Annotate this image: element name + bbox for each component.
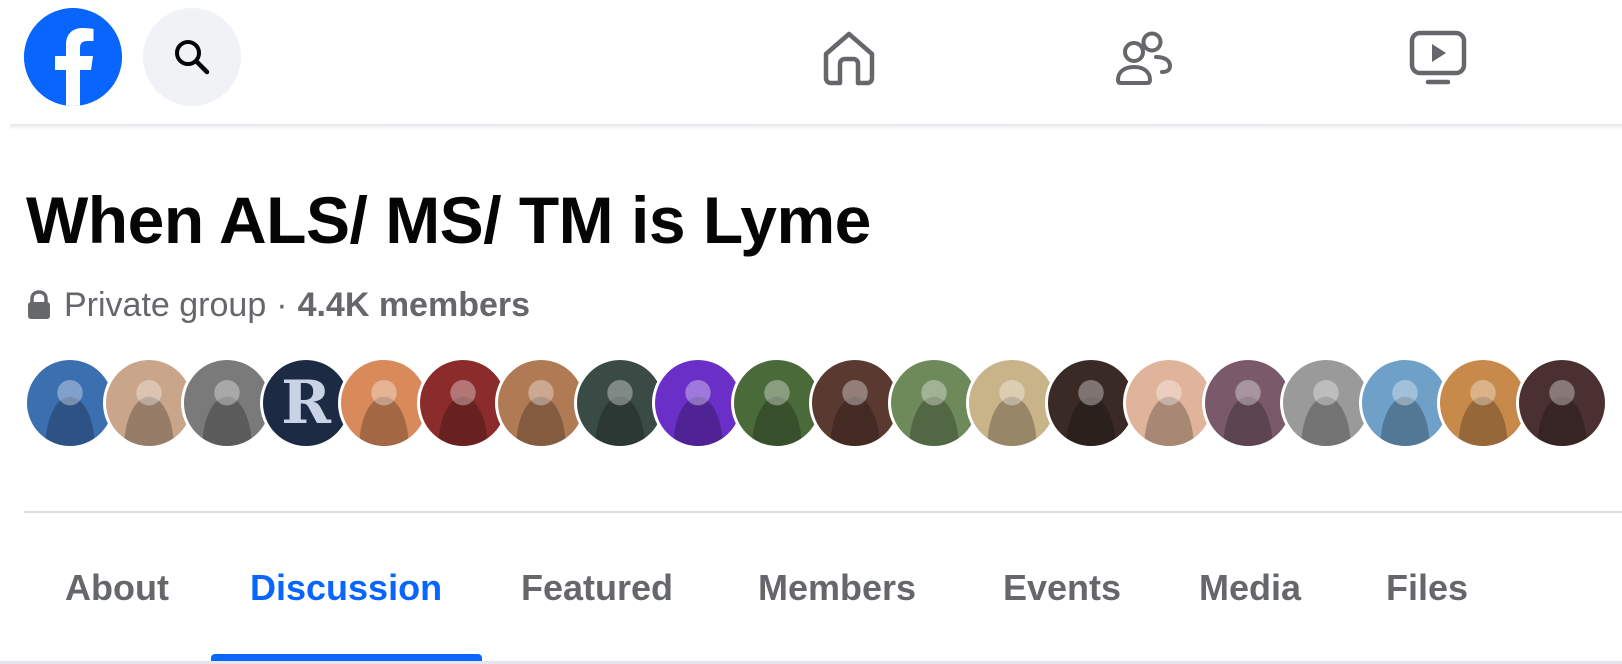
tab-events[interactable]: Events — [1003, 560, 1121, 616]
friends-icon — [1116, 31, 1173, 85]
group-page: When ALS/ MS/ TM is Lyme Private group ·… — [0, 0, 1622, 664]
search-button[interactable] — [143, 8, 241, 106]
facebook-logo-icon[interactable] — [24, 8, 122, 106]
tab-files[interactable]: Files — [1386, 560, 1468, 616]
tab-media[interactable]: Media — [1199, 560, 1301, 616]
group-tabs: About Discussion Featured Members Events… — [0, 560, 1622, 640]
member-avatar-20[interactable] — [1516, 357, 1608, 449]
video-nav-button[interactable] — [1405, 25, 1471, 91]
group-privacy[interactable]: Private group — [64, 286, 266, 325]
home-icon — [823, 31, 875, 86]
top-navigation-bar — [0, 0, 1622, 124]
tab-featured[interactable]: Featured — [521, 560, 673, 616]
home-nav-button[interactable] — [816, 25, 882, 91]
group-meta: Private group · 4.4K members — [26, 286, 530, 325]
tab-discussion[interactable]: Discussion — [250, 560, 442, 616]
topbar-divider — [10, 124, 1622, 130]
tab-about[interactable]: About — [65, 560, 169, 616]
tab-members[interactable]: Members — [758, 560, 916, 616]
lock-icon — [28, 289, 50, 319]
friends-nav-button[interactable] — [1110, 25, 1176, 91]
group-member-count[interactable]: 4.4K members — [298, 286, 530, 325]
group-title: When ALS/ MS/ TM is Lyme — [26, 183, 871, 257]
active-tab-indicator — [211, 654, 482, 661]
video-icon — [1409, 30, 1467, 85]
search-icon — [175, 40, 210, 75]
header-divider — [24, 511, 1622, 513]
meta-separator: · — [276, 286, 288, 324]
